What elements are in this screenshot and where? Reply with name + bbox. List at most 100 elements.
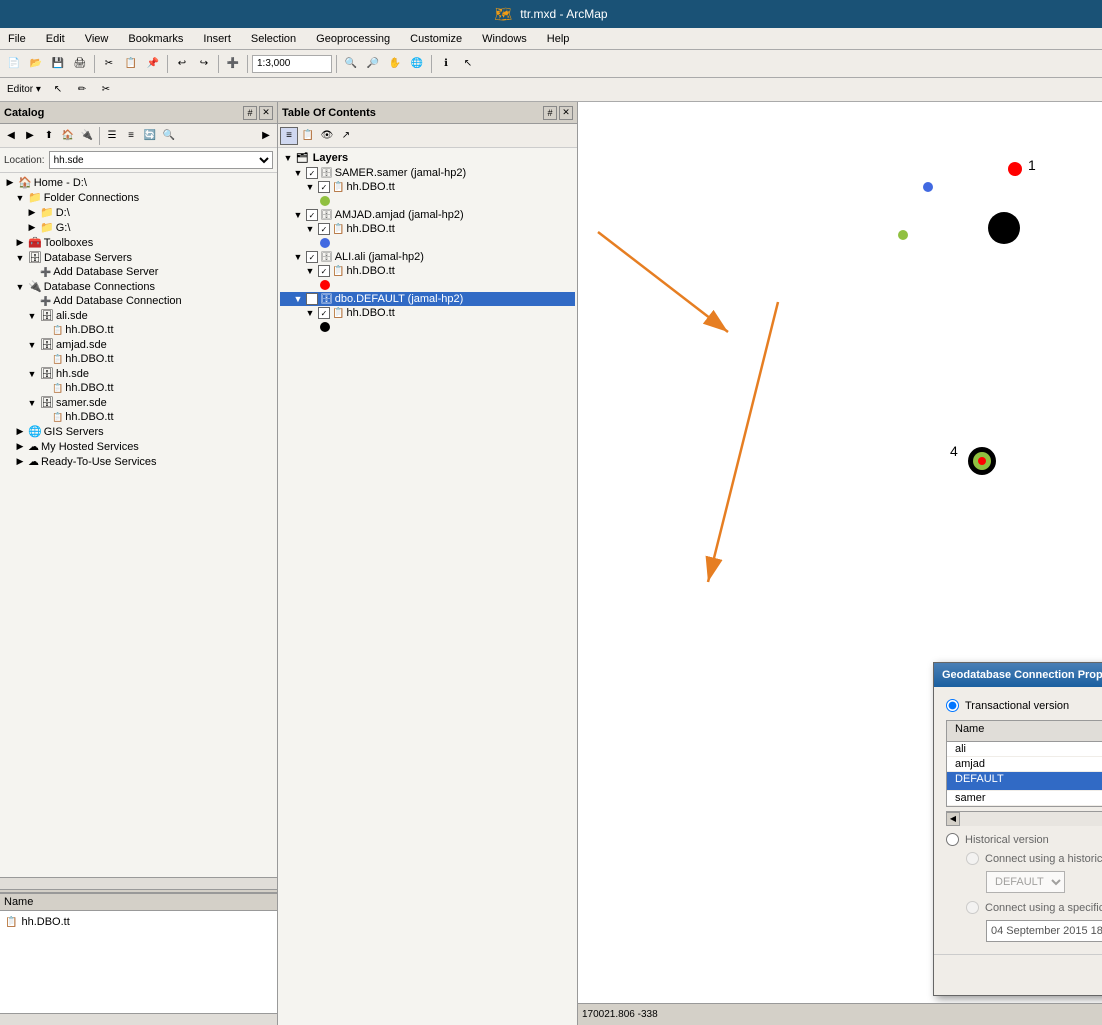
toc-ali-layer[interactable]: ▼ ✓ 🗄 ALI.ali (jamal-hp2) <box>280 250 575 264</box>
folder-expand[interactable]: ▼ <box>14 193 26 203</box>
catalog-tree-amjad-sde[interactable]: ▼ 🗄 amjad.sde <box>2 337 275 352</box>
hh-sde-expand[interactable]: ▼ <box>26 369 38 379</box>
d-expand[interactable]: ▶ <box>26 207 38 218</box>
home-expand[interactable]: ▶ <box>4 177 16 188</box>
toc-samer-hh[interactable]: ▼ ✓ 📋 hh.DBO.tt <box>280 180 575 194</box>
zoom-out-btn[interactable]: 🔎 <box>363 54 383 74</box>
location-select[interactable]: hh.sde <box>49 151 273 169</box>
cat-search[interactable]: 🔍 <box>160 127 178 145</box>
catalog-auto-hide[interactable]: # <box>243 106 257 120</box>
catalog-tree-hh-hh-dbo[interactable]: ▶ 📋 hh.DBO.tt <box>2 381 275 395</box>
cat-details[interactable]: ≡ <box>122 127 140 145</box>
catalog-tree-home[interactable]: ▶ 🏠 Home - D:\ <box>2 175 275 190</box>
layers-expand[interactable]: ▼ <box>282 153 294 163</box>
ready-expand[interactable]: ▶ <box>14 456 26 467</box>
cat-refresh[interactable]: 🔄 <box>141 127 159 145</box>
toc-ali-hh[interactable]: ▼ ✓ 📋 hh.DBO.tt <box>280 264 575 278</box>
my-hosted-expand[interactable]: ▶ <box>14 441 26 452</box>
catalog-bottom-scrollbar[interactable] <box>0 1013 277 1025</box>
samer-hh-expand[interactable]: ▼ <box>304 182 316 192</box>
toc-dbo-layer[interactable]: ▼ ✓ 🗄 dbo.DEFAULT (jamal-hp2) <box>280 292 575 306</box>
db-connections-expand[interactable]: ▼ <box>14 282 26 292</box>
amjad-expand[interactable]: ▼ <box>292 210 304 220</box>
add-data-btn[interactable]: ➕ <box>223 54 243 74</box>
toc-layers-root[interactable]: ▼ 🗂 Layers <box>280 150 575 166</box>
catalog-tree-add-db-connection[interactable]: ▶ ➕ Add Database Connection <box>2 294 275 308</box>
editor-tool3[interactable]: ✂ <box>96 80 116 100</box>
ali-sde-expand[interactable]: ▼ <box>26 311 38 321</box>
menu-insert[interactable]: Insert <box>199 32 235 46</box>
toc-dbo-hh[interactable]: ▼ ✓ 📋 hh.DBO.tt <box>280 306 575 320</box>
dbo-hh-expand[interactable]: ▼ <box>304 308 316 318</box>
dbo-checkbox[interactable]: ✓ <box>306 293 318 305</box>
paste-btn[interactable]: 📌 <box>143 54 163 74</box>
cat-options[interactable]: ▶ <box>257 127 275 145</box>
g-expand[interactable]: ▶ <box>26 222 38 233</box>
zoom-in-btn[interactable]: 🔍 <box>341 54 361 74</box>
copy-btn[interactable]: 📋 <box>121 54 141 74</box>
identify-btn[interactable]: ℹ <box>436 54 456 74</box>
catalog-tree-my-hosted[interactable]: ▶ ☁ My Hosted Services <box>2 439 275 454</box>
catalog-tree-amjad-hh-dbo[interactable]: ▶ 📋 hh.DBO.tt <box>2 352 275 366</box>
catalog-tree-hh-sde[interactable]: ▼ 🗄 hh.sde <box>2 366 275 381</box>
catalog-tree-d-drive[interactable]: ▶ 📁 D:\ <box>2 205 275 220</box>
dbo-hh-checkbox[interactable]: ✓ <box>318 307 330 319</box>
full-extent-btn[interactable]: 🌐 <box>407 54 427 74</box>
redo-btn[interactable]: ↪ <box>194 54 214 74</box>
ali-checkbox[interactable]: ✓ <box>306 251 318 263</box>
open-btn[interactable]: 📂 <box>26 54 46 74</box>
marker-radio[interactable] <box>966 852 979 865</box>
h-scroll-track[interactable] <box>960 812 1102 826</box>
version-row-samer[interactable]: samer SAMER <box>947 791 1102 806</box>
catalog-tree-folder-connections[interactable]: ▼ 📁 Folder Connections <box>2 190 275 205</box>
menu-customize[interactable]: Customize <box>406 32 466 46</box>
version-row-amjad[interactable]: amjad AMJAD <box>947 757 1102 772</box>
pan-btn[interactable]: ✋ <box>385 54 405 74</box>
save-btn[interactable]: 💾 <box>48 54 68 74</box>
catalog-tree-toolboxes[interactable]: ▶ 🧰 Toolboxes <box>2 235 275 250</box>
date-input[interactable] <box>986 920 1102 942</box>
toc-visible-btn[interactable]: 👁 <box>318 127 336 145</box>
map-area[interactable]: 1 2 3 <box>578 102 1102 1025</box>
editor-dropdown[interactable]: Editor ▾ <box>4 80 44 100</box>
gis-servers-expand[interactable]: ▶ <box>14 426 26 437</box>
toc-amjad-hh[interactable]: ▼ ✓ 📋 hh.DBO.tt <box>280 222 575 236</box>
catalog-tree-ali-hh-dbo[interactable]: ▶ 📋 hh.DBO.tt <box>2 323 275 337</box>
catalog-tree-db-servers[interactable]: ▼ 🗄 Database Servers <box>2 250 275 265</box>
select-btn[interactable]: ↖ <box>458 54 478 74</box>
scale-input[interactable] <box>252 55 332 73</box>
toc-amjad-layer[interactable]: ▼ ✓ 🗄 AMJAD.amjad (jamal-hp2) <box>280 208 575 222</box>
toc-selection-btn[interactable]: ↗ <box>337 127 355 145</box>
ali-hh-expand2[interactable]: ▼ <box>304 266 316 276</box>
preview-item[interactable]: 📋 hh.DBO.tt <box>4 915 273 929</box>
catalog-tree-db-connections[interactable]: ▼ 🔌 Database Connections <box>2 279 275 294</box>
catalog-tree-samer-hh-dbo[interactable]: ▶ 📋 hh.DBO.tt <box>2 410 275 424</box>
menu-windows[interactable]: Windows <box>478 32 531 46</box>
catalog-tree-add-db-server[interactable]: ▶ ➕ Add Database Server <box>2 265 275 279</box>
marker-dropdown[interactable]: DEFAULT <box>986 871 1065 893</box>
print-btn[interactable]: 🖨 <box>70 54 90 74</box>
menu-view[interactable]: View <box>81 32 113 46</box>
undo-btn[interactable]: ↩ <box>172 54 192 74</box>
catalog-tree-gis-servers[interactable]: ▶ 🌐 GIS Servers <box>2 424 275 439</box>
menu-selection[interactable]: Selection <box>247 32 300 46</box>
editor-tool1[interactable]: ↖ <box>48 80 68 100</box>
catalog-tree-g-drive[interactable]: ▶ 📁 G:\ <box>2 220 275 235</box>
ali-expand[interactable]: ▼ <box>292 252 304 262</box>
catalog-h-scrollbar[interactable] <box>0 877 277 889</box>
samer-checkbox[interactable]: ✓ <box>306 167 318 179</box>
menu-help[interactable]: Help <box>543 32 574 46</box>
amjad-hh-expand2[interactable]: ▼ <box>304 224 316 234</box>
catalog-tree-ready-to-use[interactable]: ▶ ☁ Ready-To-Use Services <box>2 454 275 469</box>
h-scroll-left[interactable]: ◀ <box>946 812 960 826</box>
toc-auto-hide[interactable]: # <box>543 106 557 120</box>
toc-list-btn[interactable]: ≡ <box>280 127 298 145</box>
toc-samer-layer[interactable]: ▼ ✓ 🗄 SAMER.samer (jamal-hp2) <box>280 166 575 180</box>
samer-hh-checkbox[interactable]: ✓ <box>318 181 330 193</box>
new-btn[interactable]: 📄 <box>4 54 24 74</box>
cat-back[interactable]: ◀ <box>2 127 20 145</box>
version-row-ali[interactable]: ali ALI <box>947 742 1102 757</box>
transactional-radio[interactable] <box>946 699 959 712</box>
toc-close[interactable]: ✕ <box>559 106 573 120</box>
menu-bookmarks[interactable]: Bookmarks <box>124 32 187 46</box>
